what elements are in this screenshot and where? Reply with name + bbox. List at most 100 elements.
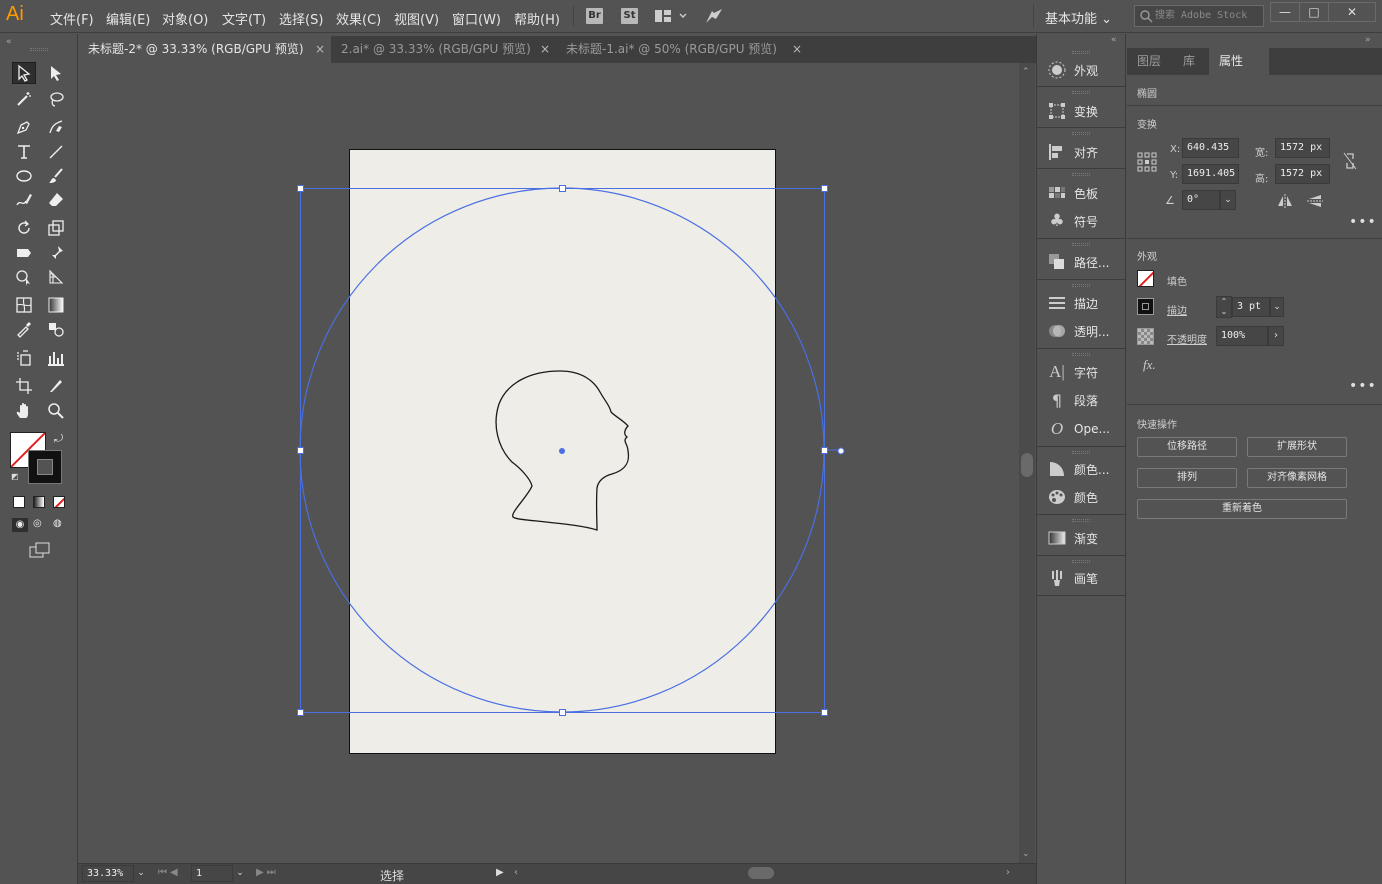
pen-tool-icon[interactable] bbox=[12, 116, 36, 138]
dock-stroke[interactable]: 描边 bbox=[1037, 290, 1125, 316]
maximize-button[interactable]: □ bbox=[1299, 2, 1329, 22]
menu-object[interactable]: 对象(O) bbox=[162, 9, 208, 28]
dock-pathfinder[interactable]: 路径... bbox=[1037, 249, 1125, 275]
more-options-icon[interactable]: ••• bbox=[1349, 214, 1377, 230]
opacity-label[interactable]: 不透明度 bbox=[1167, 331, 1207, 346]
chevron-right-icon[interactable]: › bbox=[1268, 326, 1284, 346]
close-icon[interactable]: × bbox=[540, 36, 550, 63]
curvature-tool-icon[interactable] bbox=[44, 116, 68, 138]
expand-shape-button[interactable]: 扩展形状 bbox=[1247, 437, 1347, 457]
close-icon[interactable]: × bbox=[792, 36, 802, 63]
shaper-tool-icon[interactable] bbox=[12, 189, 36, 211]
draw-behind-icon[interactable]: ◎ bbox=[33, 518, 42, 529]
width-tool-icon[interactable] bbox=[12, 242, 36, 264]
menu-view[interactable]: 视图(V) bbox=[394, 9, 439, 28]
artboard[interactable] bbox=[349, 149, 776, 754]
tab-document-1[interactable]: 未标题-2* @ 33.33% (RGB/GPU 预览) × bbox=[78, 36, 331, 63]
fill-swatch-panel[interactable] bbox=[1137, 270, 1154, 287]
draw-inside-icon[interactable]: ◍ bbox=[53, 518, 62, 529]
zoom-field[interactable]: 33.33% bbox=[82, 865, 134, 882]
dock-color[interactable]: 颜色 bbox=[1037, 484, 1125, 510]
horizontal-scroll-thumb[interactable] bbox=[748, 867, 774, 879]
y-field[interactable]: 1691.405 bbox=[1182, 164, 1239, 184]
magic-wand-icon[interactable] bbox=[12, 88, 36, 110]
blend-tool-icon[interactable] bbox=[44, 318, 68, 340]
scale-tool-icon[interactable] bbox=[44, 217, 68, 239]
rotate-tool-icon[interactable] bbox=[12, 217, 36, 239]
chevron-down-icon[interactable]: ⌄ bbox=[233, 865, 247, 882]
zoom-tool-icon[interactable] bbox=[44, 400, 68, 422]
gpu-performance-icon[interactable] bbox=[704, 7, 724, 28]
menu-effect[interactable]: 效果(C) bbox=[336, 9, 381, 28]
dock-symbols[interactable]: ♣ 符号 bbox=[1037, 208, 1125, 234]
selection-tool-icon[interactable] bbox=[12, 62, 36, 84]
dock-appearance[interactable]: 外观 bbox=[1037, 57, 1125, 83]
eyedropper-icon[interactable] bbox=[12, 318, 36, 340]
line-tool-icon[interactable] bbox=[44, 141, 68, 163]
chevron-down-icon[interactable]: ⌄ bbox=[1270, 297, 1284, 317]
menu-file[interactable]: 文件(F) bbox=[50, 9, 94, 28]
more-options-icon[interactable]: ••• bbox=[1349, 378, 1377, 394]
menu-select[interactable]: 选择(S) bbox=[279, 9, 323, 28]
artboard-number-field[interactable]: 1 bbox=[191, 865, 233, 882]
puppet-warp-icon[interactable] bbox=[44, 242, 68, 264]
x-field[interactable]: 640.435 bbox=[1182, 138, 1239, 158]
panel-grip[interactable] bbox=[30, 48, 48, 51]
dock-brushes[interactable]: 画笔 bbox=[1037, 565, 1125, 591]
collapse-icon[interactable]: « bbox=[6, 37, 12, 47]
menu-edit[interactable]: 编辑(E) bbox=[106, 9, 150, 28]
screen-mode-icon[interactable] bbox=[29, 542, 51, 561]
minimize-button[interactable]: — bbox=[1270, 2, 1300, 22]
direct-selection-tool-icon[interactable] bbox=[44, 62, 68, 84]
tab-document-2[interactable]: 2.ai* @ 33.33% (RGB/GPU 预览) × bbox=[331, 36, 556, 63]
width-field[interactable]: 1572 px bbox=[1275, 138, 1330, 158]
dock-character[interactable]: A| 字符 bbox=[1037, 359, 1125, 385]
menu-window[interactable]: 窗口(W) bbox=[452, 9, 501, 28]
dock-swatches[interactable]: 色板 bbox=[1037, 180, 1125, 206]
column-graph-icon[interactable] bbox=[44, 347, 68, 369]
dock-paragraph[interactable]: ¶ 段落 bbox=[1037, 387, 1125, 413]
arrange-documents-icon[interactable] bbox=[654, 9, 688, 26]
collapse-panel-icon[interactable]: » bbox=[1365, 35, 1371, 45]
opacity-field[interactable]: 100% bbox=[1216, 326, 1268, 346]
dock-transform[interactable]: 变换 bbox=[1037, 98, 1125, 124]
hand-tool-icon[interactable] bbox=[12, 400, 36, 422]
ellipse-tool-icon[interactable] bbox=[12, 165, 36, 187]
default-colors-icon[interactable]: ◩ bbox=[11, 472, 19, 481]
close-icon[interactable]: × bbox=[315, 36, 325, 63]
height-field[interactable]: 1572 px bbox=[1275, 164, 1330, 184]
dock-transparency[interactable]: 透明... bbox=[1037, 318, 1125, 344]
tab-layers[interactable]: 图层 bbox=[1127, 48, 1171, 75]
scroll-down-icon[interactable]: ⌄ bbox=[1022, 849, 1030, 859]
scroll-thumb[interactable] bbox=[1021, 453, 1033, 477]
expand-panels-icon[interactable]: « bbox=[1111, 35, 1117, 45]
type-tool-icon[interactable] bbox=[12, 141, 36, 163]
vertical-scrollbar[interactable]: ⌃ ⌄ bbox=[1019, 63, 1035, 863]
offset-path-button[interactable]: 位移路径 bbox=[1137, 437, 1237, 457]
bridge-button[interactable]: Br bbox=[586, 8, 603, 24]
color-mode-icon[interactable] bbox=[13, 496, 25, 508]
dock-align[interactable]: 对齐 bbox=[1037, 139, 1125, 165]
tab-properties[interactable]: 属性 bbox=[1209, 48, 1269, 75]
stock-search-input[interactable]: 搜索 Adobe Stock bbox=[1134, 5, 1264, 27]
dock-opentype[interactable]: O Ope... bbox=[1037, 416, 1125, 442]
tab-document-3[interactable]: 未标题-1.ai* @ 50% (RGB/GPU 预览) × bbox=[556, 36, 808, 63]
stroke-weight-field[interactable]: 3 pt bbox=[1232, 297, 1270, 317]
scroll-left-icon[interactable]: ‹ bbox=[514, 867, 518, 878]
next-last-artboard-icon[interactable]: ▶⏭ bbox=[256, 867, 279, 878]
perspective-grid-icon[interactable] bbox=[44, 266, 68, 288]
recolor-button[interactable]: 重新着色 bbox=[1137, 499, 1347, 519]
chevron-down-icon[interactable]: ⌄ bbox=[1220, 190, 1236, 210]
reference-point-icon[interactable] bbox=[1137, 152, 1157, 175]
stock-button[interactable]: St bbox=[621, 8, 638, 24]
stroke-label[interactable]: 描边 bbox=[1167, 302, 1187, 317]
gradient-tool-icon[interactable] bbox=[44, 294, 68, 316]
menu-type[interactable]: 文字(T) bbox=[222, 9, 266, 28]
eraser-icon[interactable] bbox=[44, 189, 68, 211]
arrange-button[interactable]: 排列 bbox=[1137, 468, 1237, 488]
flip-vertical-icon[interactable] bbox=[1307, 194, 1323, 211]
draw-normal-icon[interactable]: ◉ bbox=[12, 518, 28, 532]
dock-color-guide[interactable]: 颜色... bbox=[1037, 456, 1125, 482]
first-prev-artboard-icon[interactable]: ⏮◀ bbox=[158, 867, 181, 878]
gradient-mode-icon[interactable] bbox=[33, 496, 45, 508]
